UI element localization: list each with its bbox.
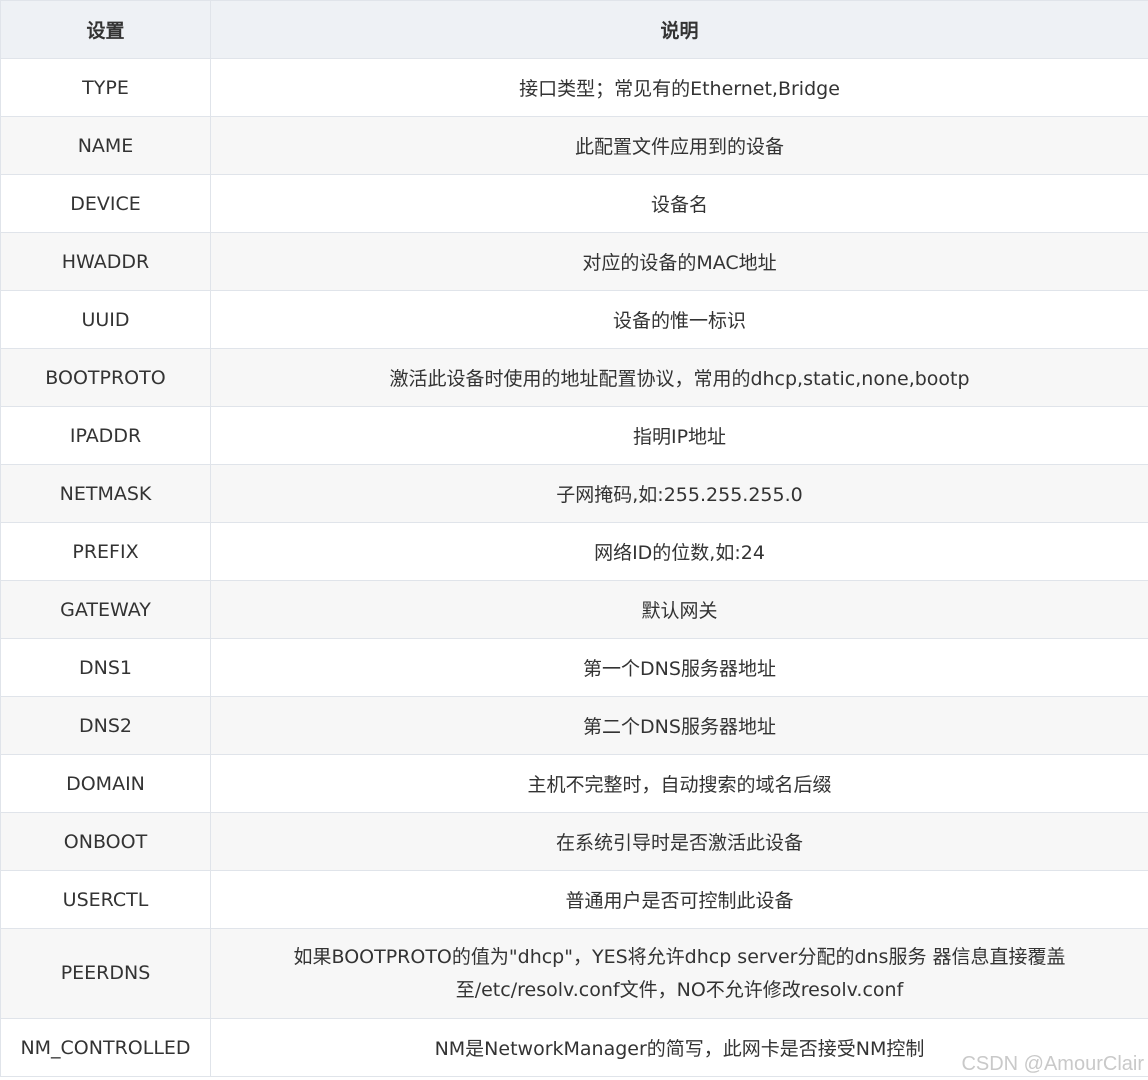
description-cell: 如果BOOTPROTO的值为"dhcp"，YES将允许dhcp server分配… (210, 928, 1148, 1019)
table-row: DNS1 第一个DNS服务器地址 (0, 638, 1148, 697)
description-cell: 在系统引导时是否激活此设备 (210, 812, 1148, 871)
description-cell: 接口类型；常见有的Ethernet,Bridge (210, 58, 1148, 117)
description-cell: 网络ID的位数,如:24 (210, 522, 1148, 581)
table-row: DEVICE 设备名 (0, 174, 1148, 233)
setting-cell: BOOTPROTO (0, 348, 211, 407)
setting-cell: UUID (0, 290, 211, 349)
setting-cell: DNS1 (0, 638, 211, 697)
setting-cell: ONBOOT (0, 812, 211, 871)
description-cell: 对应的设备的MAC地址 (210, 232, 1148, 291)
setting-cell: DNS2 (0, 696, 211, 755)
setting-cell: TYPE (0, 58, 211, 117)
description-cell: 设备名 (210, 174, 1148, 233)
table-row: ONBOOT 在系统引导时是否激活此设备 (0, 812, 1148, 871)
table-row: IPADDR 指明IP地址 (0, 406, 1148, 465)
setting-cell: DOMAIN (0, 754, 211, 813)
config-table: 设置 说明 TYPE 接口类型；常见有的Ethernet,Bridge NAME… (0, 0, 1148, 1077)
description-cell: 此配置文件应用到的设备 (210, 116, 1148, 175)
setting-cell: NETMASK (0, 464, 211, 523)
setting-cell: NAME (0, 116, 211, 175)
description-cell: 激活此设备时使用的地址配置协议，常用的dhcp,static,none,boot… (210, 348, 1148, 407)
setting-cell: GATEWAY (0, 580, 211, 639)
description-cell: 指明IP地址 (210, 406, 1148, 465)
setting-cell: HWADDR (0, 232, 211, 291)
header-description: 说明 (210, 0, 1148, 59)
setting-cell: NM_CONTROLLED (0, 1018, 211, 1077)
watermark: CSDN @AmourClair (961, 1053, 1144, 1075)
setting-cell: USERCTL (0, 870, 211, 929)
table-row: USERCTL 普通用户是否可控制此设备 (0, 870, 1148, 929)
table-row: GATEWAY 默认网关 (0, 580, 1148, 639)
description-cell: 第二个DNS服务器地址 (210, 696, 1148, 755)
table-row: DNS2 第二个DNS服务器地址 (0, 696, 1148, 755)
description-cell: 主机不完整时，自动搜索的域名后缀 (210, 754, 1148, 813)
table-row: NETMASK 子网掩码,如:255.255.255.0 (0, 464, 1148, 523)
table-row: UUID 设备的惟一标识 (0, 290, 1148, 349)
table-row: BOOTPROTO 激活此设备时使用的地址配置协议，常用的dhcp,static… (0, 348, 1148, 407)
setting-cell: PREFIX (0, 522, 211, 581)
setting-cell: IPADDR (0, 406, 211, 465)
table-row: DOMAIN 主机不完整时，自动搜索的域名后缀 (0, 754, 1148, 813)
table-row: HWADDR 对应的设备的MAC地址 (0, 232, 1148, 291)
table-row: PREFIX 网络ID的位数,如:24 (0, 522, 1148, 581)
header-setting: 设置 (0, 0, 211, 59)
description-cell: 普通用户是否可控制此设备 (210, 870, 1148, 929)
description-cell: 默认网关 (210, 580, 1148, 639)
setting-cell: PEERDNS (0, 928, 211, 1019)
description-cell: 第一个DNS服务器地址 (210, 638, 1148, 697)
table-row: PEERDNS 如果BOOTPROTO的值为"dhcp"，YES将允许dhcp … (0, 928, 1148, 1019)
table-header-row: 设置 说明 (0, 0, 1148, 59)
description-cell: 设备的惟一标识 (210, 290, 1148, 349)
setting-cell: DEVICE (0, 174, 211, 233)
table-row: TYPE 接口类型；常见有的Ethernet,Bridge (0, 58, 1148, 117)
description-cell: 子网掩码,如:255.255.255.0 (210, 464, 1148, 523)
table-row: NAME 此配置文件应用到的设备 (0, 116, 1148, 175)
